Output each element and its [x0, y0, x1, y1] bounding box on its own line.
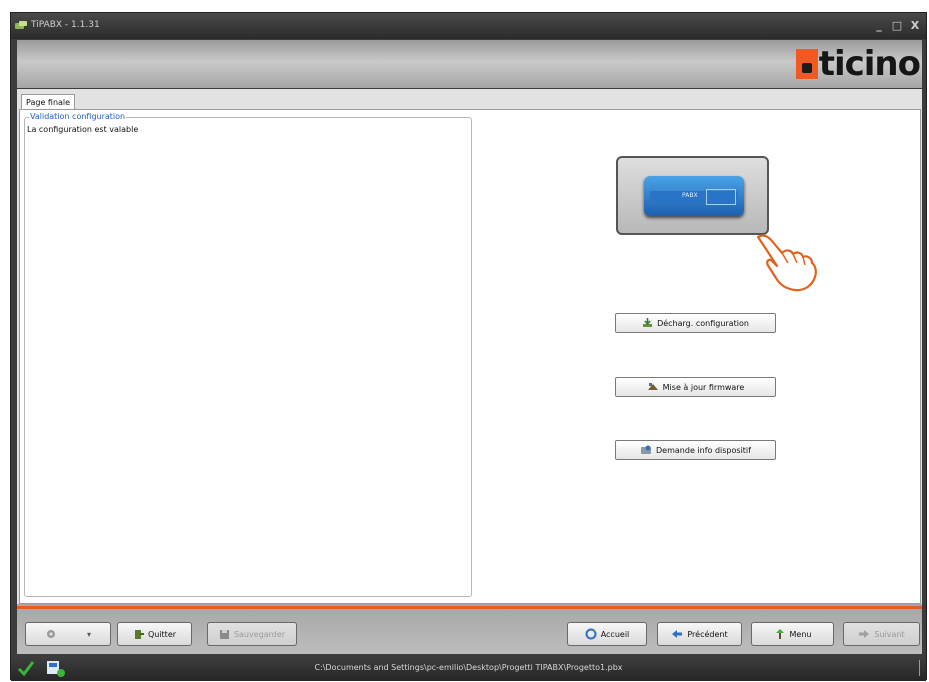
header-banner: ticino: [17, 40, 922, 88]
device-info-label: Demande info dispositif: [656, 445, 751, 455]
save-button[interactable]: Sauvegarder: [207, 622, 297, 646]
quit-button[interactable]: Quitter: [117, 622, 192, 646]
menu-button[interactable]: Menu: [751, 622, 834, 646]
firmware-icon: [647, 383, 658, 390]
home-label: Accueil: [600, 629, 630, 639]
validation-group-label: Validation configuration: [29, 112, 127, 121]
resize-grip[interactable]: [919, 660, 920, 676]
options-dropdown-button[interactable]: ▾: [25, 622, 111, 646]
logo-text: ticino: [818, 44, 921, 84]
home-button[interactable]: Accueil: [567, 622, 647, 646]
menu-label: Menu: [789, 629, 812, 639]
hand-pointer-icon: [756, 234, 817, 292]
device-info-button[interactable]: Demande info dispositif: [615, 440, 776, 460]
previous-button[interactable]: Précédent: [657, 622, 742, 646]
minimize-button[interactable]: _: [872, 19, 886, 33]
next-button[interactable]: Suivant: [843, 622, 920, 646]
footer-bar: ▾ Quitter Sauvegarder Accueil Précédent: [17, 604, 922, 654]
app-icon: [15, 21, 27, 29]
exit-door-icon: [134, 629, 144, 639]
status-bar: C:\Documents and Settings\pc-emilio\Desk…: [11, 656, 926, 681]
firmware-update-label: Mise à jour firmware: [662, 382, 745, 392]
tab-panel: Validation configuration La configuratio…: [19, 109, 921, 604]
maximize-button[interactable]: □: [890, 19, 904, 33]
quit-label: Quitter: [147, 629, 177, 639]
device-image-card: PABX: [616, 156, 769, 235]
download-icon: [643, 318, 653, 327]
main-content: Page finale Validation configuration La …: [17, 89, 922, 604]
tree-menu-icon: [775, 629, 784, 639]
close-button[interactable]: X: [908, 19, 922, 33]
title-bar: TiPABX - 1.1.31 _ □ X: [11, 13, 926, 39]
validation-message: La configuration est valable: [27, 125, 139, 134]
window-title: TiPABX - 1.1.31: [31, 20, 100, 30]
next-label: Suivant: [874, 629, 905, 639]
save-label: Sauvegarder: [233, 629, 286, 639]
pabx-device-image: PABX: [644, 176, 744, 216]
gear-icon: [46, 630, 55, 638]
validation-groupbox: Validation configuration La configuratio…: [24, 112, 472, 597]
floppy-disk-icon: [219, 629, 229, 639]
app-window: TiPABX - 1.1.31 _ □ X ticino Page finale…: [10, 12, 927, 681]
firmware-update-button[interactable]: Mise à jour firmware: [615, 377, 776, 397]
refresh-home-icon: [585, 628, 597, 640]
download-config-label: Décharg. configuration: [657, 318, 749, 328]
file-path: C:\Documents and Settings\pc-emilio\Desk…: [314, 663, 623, 672]
device-label: PABX: [682, 192, 698, 199]
arrow-left-icon: [672, 630, 683, 638]
bticino-logo: ticino: [795, 44, 921, 84]
arrow-right-icon: [859, 630, 870, 638]
accent-line: [17, 606, 922, 609]
logo-mark: [795, 49, 818, 79]
download-config-button[interactable]: Décharg. configuration: [615, 313, 776, 333]
info-icon: [641, 445, 652, 454]
previous-label: Précédent: [687, 629, 728, 639]
chevron-down-icon: ▾: [86, 629, 91, 639]
